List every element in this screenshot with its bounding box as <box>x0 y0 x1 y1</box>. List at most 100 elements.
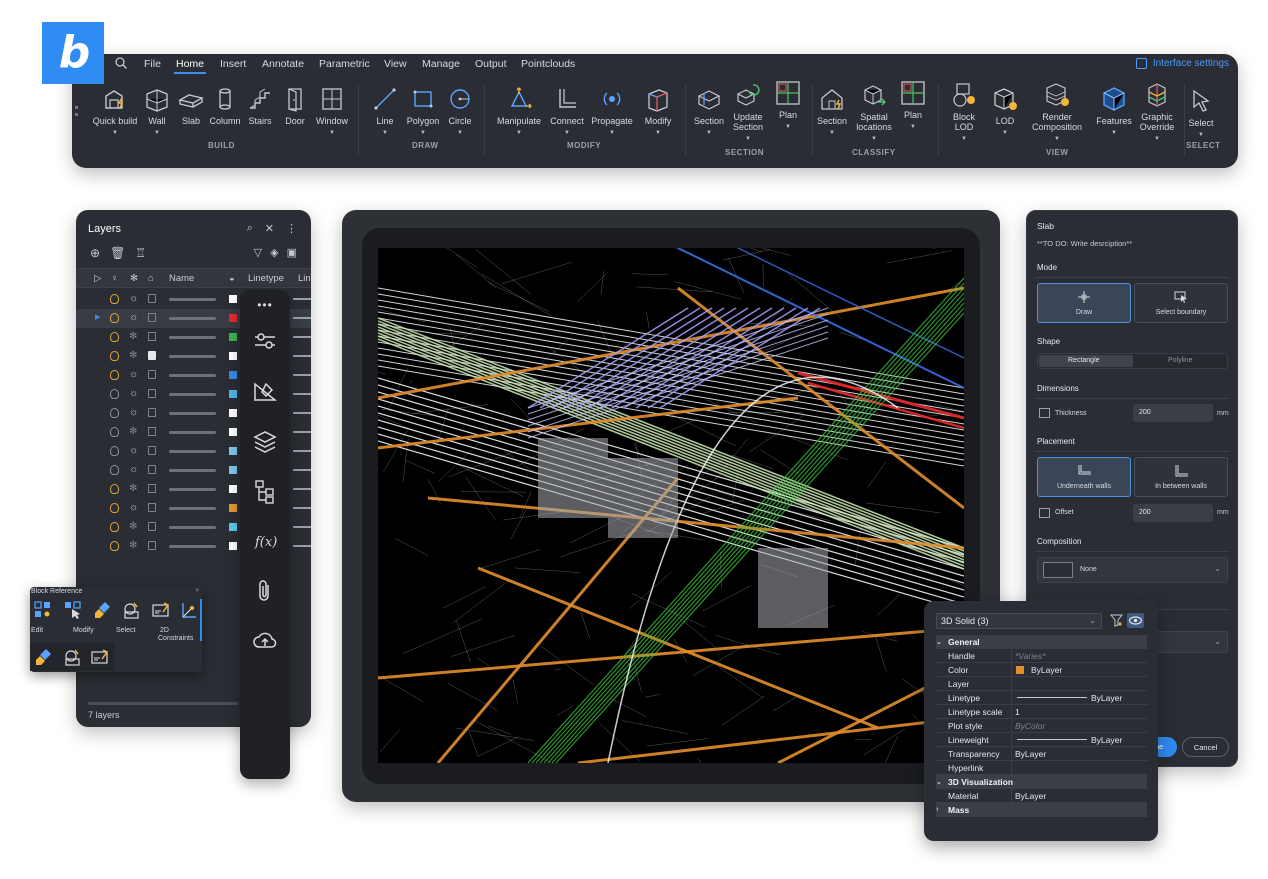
polyline-option[interactable]: Polyline <box>1168 357 1193 364</box>
lock-icon[interactable] <box>148 332 156 341</box>
layer-color-swatch[interactable] <box>229 352 237 360</box>
lock-icon[interactable] <box>148 446 156 455</box>
hierarchy-icon[interactable] <box>252 478 278 504</box>
layer-color-swatch[interactable] <box>229 485 237 493</box>
sun-icon[interactable]: ☼ <box>129 445 138 457</box>
bulb-icon[interactable] <box>110 541 119 551</box>
2d-constraints-icon[interactable] <box>180 601 198 619</box>
eye-icon[interactable] <box>1127 613 1144 628</box>
offset-input[interactable]: 200 <box>1133 504 1213 522</box>
lock-icon[interactable] <box>148 313 156 322</box>
play-column-icon[interactable]: ▷ <box>94 273 101 284</box>
search-icon[interactable] <box>114 56 128 70</box>
menu-home[interactable]: Home <box>173 58 207 74</box>
layer-color-swatch[interactable] <box>229 295 237 303</box>
select-button[interactable]: Select ▼ <box>1186 88 1216 140</box>
layer-color-swatch[interactable] <box>229 542 237 550</box>
bulb-icon[interactable] <box>110 522 119 532</box>
underneath-walls-button[interactable]: Underneath walls <box>1037 457 1131 497</box>
property-row[interactable]: Linetype scale 1 <box>936 705 1147 719</box>
spatial-locations-button[interactable]: Spatial locations ▼ <box>852 82 896 144</box>
bulb-icon[interactable] <box>110 465 119 475</box>
pin-icon[interactable]: ✕ <box>265 222 274 235</box>
secondary-dropdown[interactable]: ⌄ <box>1147 631 1228 653</box>
block-lod-button[interactable]: Block LOD ▼ <box>948 82 980 144</box>
name-column-header[interactable]: Name <box>169 273 194 284</box>
line-button[interactable]: Line ▼ <box>368 86 402 138</box>
bulb-icon[interactable] <box>110 294 119 304</box>
property-row[interactable]: Lineweight ByLayer <box>936 733 1147 747</box>
block-edit-icon[interactable] <box>34 601 52 619</box>
lineweight-column-header[interactable]: Lin <box>298 273 311 284</box>
lock-icon[interactable] <box>148 408 156 417</box>
layer-states-icon[interactable]: ◈ <box>270 246 278 259</box>
horizontal-scrollbar[interactable] <box>88 702 238 705</box>
selection-dropdown[interactable]: 3D Solid (3) ⌄ <box>936 613 1102 629</box>
lock-icon[interactable] <box>148 503 156 512</box>
function-icon[interactable]: f(x) <box>252 528 278 554</box>
wall-button[interactable]: Wall ▼ <box>142 86 172 138</box>
attachment-icon[interactable] <box>252 578 278 604</box>
cloud-upload-icon[interactable] <box>252 628 278 654</box>
color-column-icon[interactable]: ◒ <box>229 273 235 284</box>
property-row[interactable]: Hyperlink <box>936 761 1147 775</box>
mass-category[interactable]: › Mass <box>936 803 1147 817</box>
update-section-button[interactable]: Update Section ▼ <box>729 82 767 144</box>
property-row[interactable]: Linetype ByLayer <box>936 691 1147 705</box>
classify-plan-button[interactable]: Plan ▼ <box>898 80 928 132</box>
lock-icon[interactable] <box>148 294 156 303</box>
bulb-icon[interactable] <box>110 446 119 456</box>
features-button[interactable]: Features ▼ <box>1092 86 1136 138</box>
propagate-button[interactable]: Propagate ▼ <box>589 86 635 138</box>
freeze-column-icon[interactable]: ✻ <box>130 273 138 284</box>
menu-output[interactable]: Output <box>475 58 507 70</box>
menu-pointclouds[interactable]: Pointclouds <box>521 58 575 70</box>
sun-icon[interactable]: ☼ <box>129 502 138 514</box>
menu-insert[interactable]: Insert <box>220 58 246 70</box>
layer-color-swatch[interactable] <box>229 466 237 474</box>
attribute-edit-icon[interactable] <box>91 648 109 666</box>
sun-icon[interactable]: ☼ <box>129 293 138 305</box>
bulb-icon[interactable] <box>110 389 119 399</box>
visualization-category[interactable]: ⌄ 3D Visualization <box>936 775 1147 789</box>
bulb-column-icon[interactable]: ♀ <box>111 273 118 284</box>
bulb-icon[interactable] <box>110 332 119 342</box>
bulb-icon[interactable] <box>110 503 119 513</box>
more-vertical-icon[interactable]: ⋮ <box>286 222 297 235</box>
quick-select-filter-icon[interactable] <box>1110 614 1123 627</box>
lock-icon[interactable] <box>148 389 156 398</box>
property-row[interactable]: Layer <box>936 677 1147 691</box>
bulb-icon[interactable] <box>110 370 119 380</box>
connect-button[interactable]: Connect ▼ <box>547 86 587 138</box>
layer-color-swatch[interactable] <box>229 314 237 322</box>
composition-dropdown[interactable]: None ⌄ <box>1037 557 1228 583</box>
snowflake-icon[interactable]: ✻ <box>129 331 137 343</box>
menu-parametric[interactable]: Parametric <box>319 58 370 70</box>
select-similar-icon[interactable] <box>122 601 140 619</box>
linetype-column-header[interactable]: Linetype <box>248 273 284 284</box>
property-row[interactable]: Handle *Varies* <box>936 649 1147 663</box>
lock-icon[interactable] <box>148 541 156 550</box>
sliders-icon[interactable] <box>252 328 278 354</box>
quick-build-button[interactable]: Quick build ▼ <box>90 86 140 138</box>
in-between-walls-button[interactable]: In between walls <box>1134 457 1228 497</box>
lock-icon[interactable] <box>148 522 156 531</box>
select-similar-icon[interactable] <box>63 648 81 666</box>
brush-icon[interactable] <box>35 648 53 666</box>
sun-icon[interactable]: ☼ <box>129 388 138 400</box>
plan-button[interactable]: Plan ▼ <box>772 80 804 132</box>
column-button[interactable]: Column <box>208 86 242 126</box>
lock-column-icon[interactable]: ⌂ <box>148 273 154 284</box>
manipulate-button[interactable]: Manipulate ▼ <box>494 86 544 138</box>
general-category[interactable]: ⌄ General <box>936 635 1147 649</box>
thickness-input[interactable]: 200 <box>1133 404 1213 422</box>
ribbon-grip-handle[interactable] <box>75 106 78 116</box>
block-modify-icon[interactable] <box>64 601 82 619</box>
bulb-icon[interactable] <box>110 484 119 494</box>
lock-icon[interactable] <box>148 370 156 379</box>
layer-tools-icon[interactable]: ▣ <box>287 246 297 259</box>
rectangle-option[interactable]: Rectangle <box>1068 357 1100 364</box>
polygon-button[interactable]: Polygon ▼ <box>404 86 442 138</box>
menu-annotate[interactable]: Annotate <box>262 58 304 70</box>
property-row[interactable]: Plot style ByColor <box>936 719 1147 733</box>
